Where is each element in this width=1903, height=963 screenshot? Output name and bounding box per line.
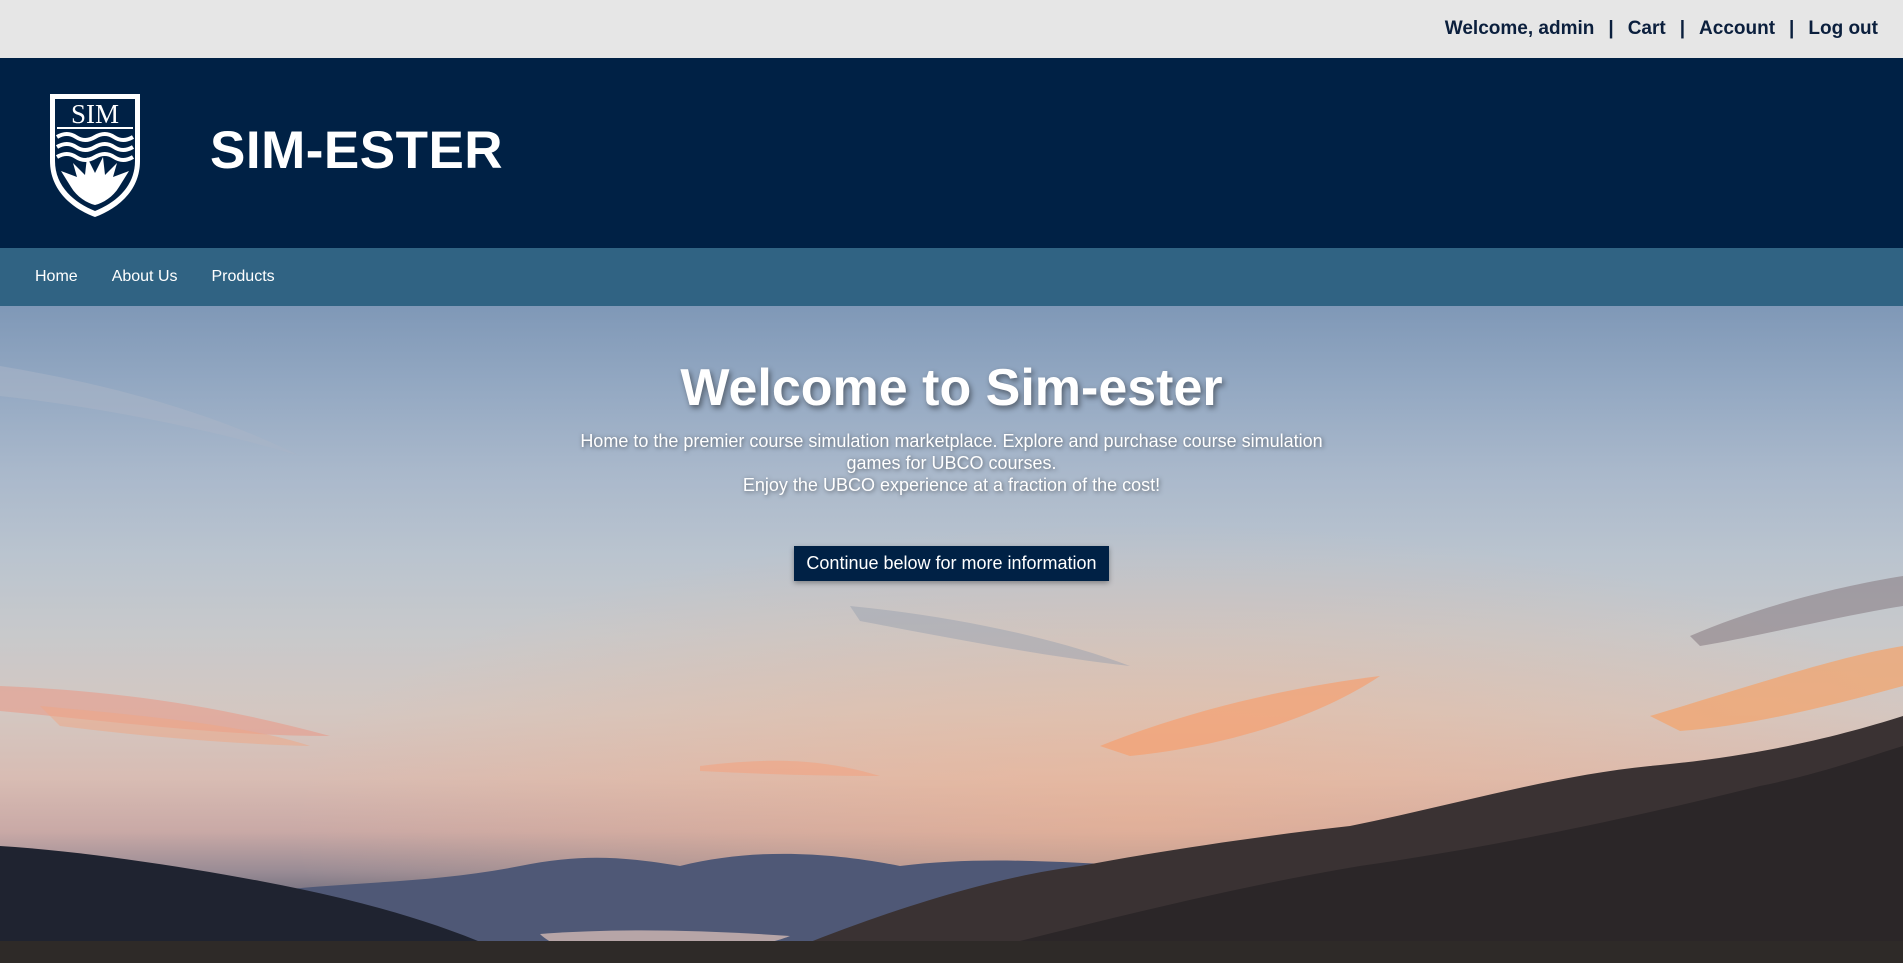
nav-about-us[interactable]: About Us — [112, 268, 178, 286]
nav-home[interactable]: Home — [35, 268, 78, 286]
nav-products[interactable]: Products — [212, 268, 275, 286]
logo-text: SIM — [71, 99, 119, 129]
cart-link[interactable]: Cart — [1628, 18, 1666, 40]
hero-subtitle-line: Home to the premier course simulation ma… — [580, 431, 1323, 473]
top-utility-bar: Welcome, admin | Cart | Account | Log ou… — [0, 0, 1903, 58]
account-link[interactable]: Account — [1699, 18, 1775, 40]
hero-banner: Welcome to Sim-ester Home to the premier… — [0, 306, 1903, 963]
hero-subtitle: Home to the premier course simulation ma… — [552, 430, 1352, 496]
account-links: Welcome, admin | Cart | Account | Log ou… — [1445, 0, 1878, 58]
shield-logo-icon[interactable]: SIM — [47, 91, 143, 219]
hero-content: Welcome to Sim-ester Home to the premier… — [0, 358, 1903, 581]
separator: | — [1679, 18, 1686, 39]
separator: | — [1608, 18, 1614, 39]
site-title: SIM-ESTER — [210, 121, 504, 180]
logout-link[interactable]: Log out — [1808, 18, 1878, 40]
hero-title: Welcome to Sim-ester — [680, 359, 1223, 417]
site-header: SIM SIM-ESTER — [0, 58, 1903, 248]
main-nav: Home About Us Products — [0, 248, 1903, 306]
welcome-text: Welcome, admin — [1444, 18, 1595, 39]
separator: | — [1789, 18, 1795, 39]
continue-button[interactable]: Continue below for more information — [794, 546, 1109, 581]
hero-subtitle-line: Enjoy the UBCO experience at a fraction … — [742, 475, 1161, 495]
